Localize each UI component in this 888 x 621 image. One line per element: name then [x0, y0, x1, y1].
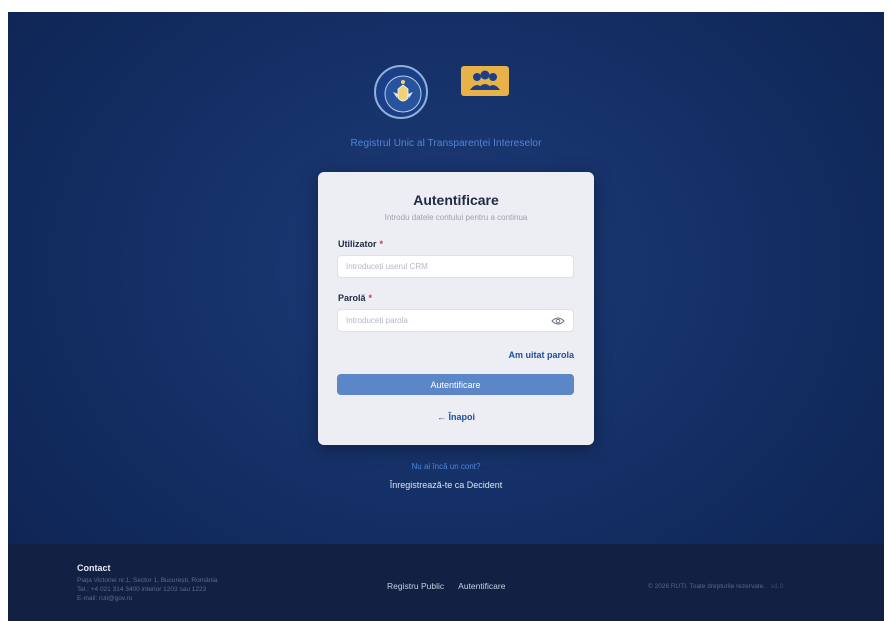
register-link[interactable]: Înregistrează-te ca Decident	[8, 480, 884, 490]
no-account-text: Nu ai încă un cont?	[411, 462, 481, 471]
login-subtitle: Introdu datele contului pentru a continu…	[384, 213, 528, 222]
contact-email: E-mail: ruti@gov.ro	[77, 595, 133, 602]
header-logos	[8, 64, 884, 120]
contact-address: Piața Victoriei nr.1, Sector 1, Bucureșt…	[77, 577, 218, 584]
back-link[interactable]: ← Înapoi	[318, 412, 594, 422]
people-group-icon	[461, 66, 509, 96]
username-field[interactable]	[337, 255, 574, 278]
eye-icon[interactable]	[551, 315, 565, 327]
contact-title: Contact	[77, 563, 111, 573]
login-button[interactable]: Autentificare	[337, 374, 574, 395]
footer-link-registru-public[interactable]: Registru Public	[387, 581, 444, 591]
footer-links: Registru Public Autentificare	[387, 581, 505, 591]
password-label-text: Parolă	[338, 293, 366, 303]
government-seal-icon	[374, 65, 428, 119]
password-label: Parolă *	[338, 293, 372, 303]
username-input[interactable]	[338, 256, 546, 277]
login-screen: Registrul Unic al Transparenței Interese…	[8, 12, 884, 621]
required-marker: *	[379, 239, 384, 249]
login-card: Autentificare Introdu datele contului pe…	[318, 172, 594, 445]
copyright-text: © 2026 RUTI. Toate drepturile rezervate.	[648, 583, 766, 590]
version-text: v1.0	[771, 583, 784, 590]
app-title: Registrul Unic al Transparenței Interese…	[350, 138, 542, 149]
username-label-text: Utilizator	[338, 239, 377, 249]
password-field[interactable]	[337, 309, 574, 332]
login-title: Autentificare	[413, 192, 499, 208]
username-label: Utilizator *	[338, 239, 383, 249]
forgot-password-link[interactable]: Am uitat parola	[508, 350, 574, 360]
contact-phone: Tel.: +4 021 314 3400 interior 1203 sau …	[77, 586, 207, 593]
footer: Contact Piața Victoriei nr.1, Sector 1, …	[8, 544, 884, 621]
required-marker: *	[368, 293, 373, 303]
footer-link-autentificare[interactable]: Autentificare	[458, 581, 505, 591]
copyright: © 2026 RUTI. Toate drepturile rezervate.…	[648, 583, 783, 590]
password-input[interactable]	[338, 310, 546, 331]
